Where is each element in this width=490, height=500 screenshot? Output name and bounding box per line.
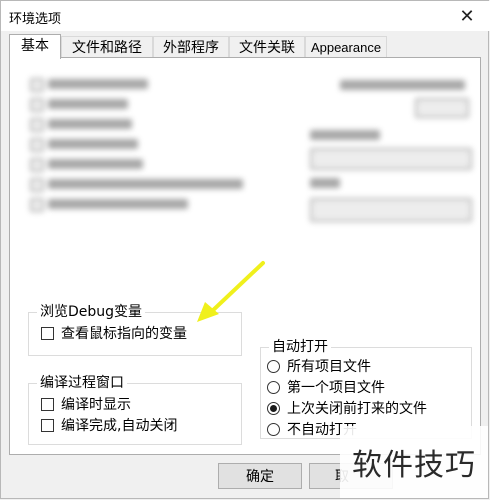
checkbox-label: 编译时显示 [61, 397, 131, 413]
radio-button[interactable] [267, 401, 280, 415]
checkbox-show-on-compile[interactable]: 编译时显示 [41, 394, 131, 414]
radio-label: 第一个项目文件 [287, 380, 385, 396]
checkbox-label: 编译完成,自动关闭 [61, 418, 178, 434]
options-dialog: 环境选项 ✕ 基本 文件和路径 外部程序 文件关联 Appearance 浏览D… [0, 0, 490, 499]
checkbox-label: 查看鼠标指向的变量 [61, 326, 187, 342]
radio-selected-dot [270, 404, 277, 412]
annotation-arrow-icon [197, 261, 265, 322]
close-icon[interactable]: ✕ [444, 1, 490, 31]
radio-button[interactable] [267, 422, 280, 436]
group-legend: 自动打开 [269, 338, 331, 356]
title-bar[interactable]: 环境选项 ✕ [1, 1, 490, 31]
tab-basic[interactable]: 基本 [9, 34, 61, 59]
radio-button[interactable] [267, 380, 280, 394]
checkbox-auto-close[interactable]: 编译完成,自动关闭 [41, 415, 177, 435]
radio-last-opened-files[interactable]: 上次关闭前打来的文件 [267, 398, 427, 418]
checkbox-box[interactable] [41, 418, 54, 432]
radio-label: 所有项目文件 [287, 359, 371, 375]
window-title: 环境选项 [9, 12, 62, 27]
tab-external-programs[interactable]: 外部程序 [153, 36, 229, 58]
radio-button[interactable] [267, 359, 280, 373]
checkbox-view-hovered-variable[interactable]: 查看鼠标指向的变量 [41, 323, 187, 343]
group-legend: 浏览Debug变量 [37, 303, 146, 321]
tab-appearance[interactable]: Appearance [305, 36, 387, 58]
group-legend: 编译过程窗口 [37, 374, 127, 392]
compile-window-group: 编译过程窗口 编译时显示 编译完成,自动关闭 [28, 374, 242, 445]
radio-first-project-file[interactable]: 第一个项目文件 [267, 377, 385, 397]
radio-label: 上次关闭前打来的文件 [287, 401, 427, 417]
tab-files-paths[interactable]: 文件和路径 [61, 36, 153, 58]
tab-file-associations[interactable]: 文件关联 [229, 36, 305, 58]
watermark: 软件技巧 [340, 426, 488, 498]
radio-all-project-files[interactable]: 所有项目文件 [267, 356, 371, 376]
checkbox-box[interactable] [41, 397, 54, 411]
ok-button[interactable]: 确定 [218, 463, 302, 489]
checkbox-box[interactable] [41, 326, 54, 340]
blurred-options-region [10, 58, 480, 248]
